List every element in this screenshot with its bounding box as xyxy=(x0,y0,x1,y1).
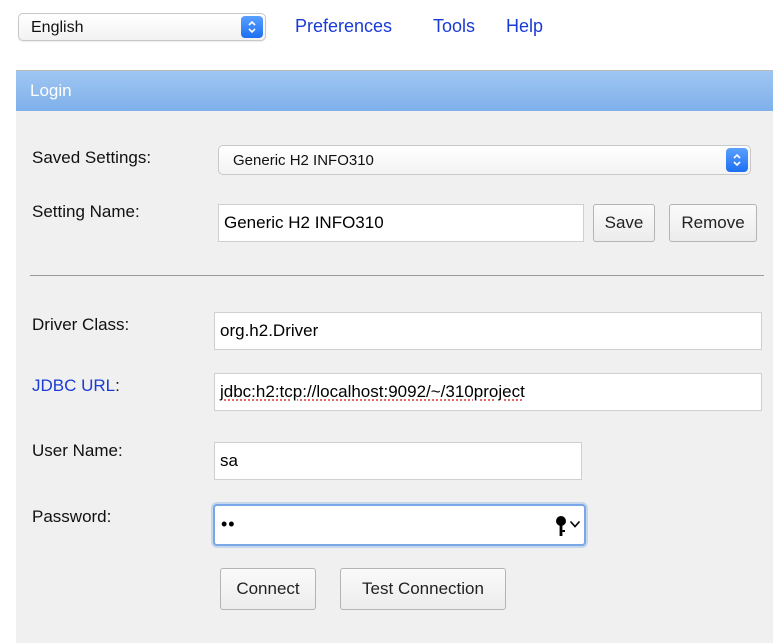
jdbc-url-label-colon: : xyxy=(115,376,120,395)
stepper-arrows-icon xyxy=(726,148,748,172)
preferences-link[interactable]: Preferences xyxy=(295,16,392,37)
saved-settings-select[interactable]: Generic H2 INFO310 xyxy=(218,145,751,175)
user-name-input[interactable]: sa xyxy=(214,442,582,480)
driver-class-label: Driver Class: xyxy=(32,315,130,334)
setting-name-label: Setting Name: xyxy=(32,202,140,221)
login-panel: Login Saved Settings: Generic H2 INFO310… xyxy=(16,70,773,643)
user-name-label: User Name: xyxy=(32,441,123,460)
saved-settings-label: Saved Settings: xyxy=(32,148,152,167)
language-select[interactable]: English xyxy=(18,13,266,41)
password-value: •• xyxy=(221,514,236,534)
saved-settings-value: Generic H2 INFO310 xyxy=(233,152,374,169)
setting-name-input[interactable]: Generic H2 INFO310 xyxy=(218,204,584,242)
section-divider xyxy=(30,275,764,276)
password-label: Password: xyxy=(32,507,112,526)
tools-link[interactable]: Tools xyxy=(433,16,475,37)
language-select-value: English xyxy=(31,19,84,36)
jdbc-url-label[interactable]: JDBC URL: xyxy=(32,376,120,396)
jdbc-url-input[interactable]: jdbc:h2:tcp://localhost:9092/~/310projec… xyxy=(214,373,762,411)
jdbc-url-label-text: JDBC URL xyxy=(32,376,116,395)
test-connection-button[interactable]: Test Connection xyxy=(340,568,506,610)
driver-class-input[interactable]: org.h2.Driver xyxy=(214,312,762,350)
login-header: Login xyxy=(16,71,773,111)
chevron-down-icon[interactable] xyxy=(569,518,581,530)
jdbc-url-value: jdbc:h2:tcp://localhost:9092/~/310projec… xyxy=(220,382,525,401)
remove-button[interactable]: Remove xyxy=(669,204,757,242)
password-input[interactable]: •• xyxy=(213,504,586,546)
connect-button[interactable]: Connect xyxy=(220,568,316,610)
help-link[interactable]: Help xyxy=(506,16,543,37)
stepper-arrows-icon xyxy=(241,16,263,38)
key-icon[interactable] xyxy=(554,515,568,537)
save-button[interactable]: Save xyxy=(593,204,655,242)
